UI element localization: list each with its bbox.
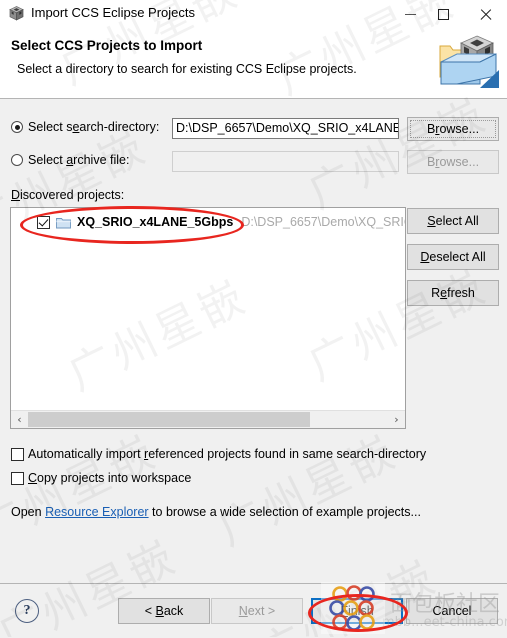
browse-directory-button[interactable]: Browse... xyxy=(407,117,499,141)
auto-import-label: Automatically import referenced projects… xyxy=(28,447,427,461)
discovered-projects-label: Discovered projects: xyxy=(11,188,125,202)
cancel-label: Cancel xyxy=(432,604,472,618)
page-subtitle: Select a directory to search for existin… xyxy=(17,62,357,76)
finish-button[interactable]: Finish xyxy=(311,598,403,624)
discovered-projects-list[interactable]: XQ_SRIO_x4LANE_5Gbps D:\DSP_6657\Demo\XQ… xyxy=(10,207,406,429)
folder-icon xyxy=(56,216,71,229)
refresh-button[interactable]: Refresh xyxy=(407,280,499,306)
minimize-button[interactable] xyxy=(395,0,425,28)
cancel-button[interactable]: Cancel xyxy=(406,598,498,624)
copy-projects-label: Copy projects into workspace xyxy=(28,471,192,485)
refresh-label: Refresh xyxy=(431,286,475,300)
open-line-pre: Open xyxy=(11,505,46,519)
resource-explorer-link[interactable]: Resource Explorer xyxy=(45,505,149,519)
radio-select-search-directory[interactable]: Select search-directory: xyxy=(11,120,159,134)
scroll-right-arrow-icon[interactable]: › xyxy=(388,411,405,428)
minimize-icon xyxy=(404,13,416,15)
window-title: Import CCS Eclipse Projects xyxy=(31,5,195,20)
select-all-button[interactable]: Select All xyxy=(407,208,499,234)
search-directory-input[interactable]: D:\DSP_6657\Demo\XQ_SRIO_x4LANE_ xyxy=(172,118,399,139)
deselect-all-button[interactable]: Deselect All xyxy=(407,244,499,270)
browse-archive-label: Browse... xyxy=(426,155,480,169)
project-checkbox[interactable] xyxy=(37,215,50,229)
open-line-post: to browse a wide selection of example pr… xyxy=(148,505,421,519)
scroll-left-arrow-icon[interactable]: ‹ xyxy=(11,411,28,428)
radio-select-archive-file[interactable]: Select archive file: xyxy=(11,153,129,167)
page-title: Select CCS Projects to Import xyxy=(11,38,203,53)
dialog-body: Select search-directory: D:\DSP_6657\Dem… xyxy=(0,99,507,583)
radio-archive-file-icon xyxy=(11,154,23,166)
scrollbar-thumb[interactable] xyxy=(28,412,310,427)
checkbox-auto-import-referenced[interactable]: Automatically import referenced projects… xyxy=(11,447,426,461)
horizontal-scrollbar[interactable]: ‹ › xyxy=(11,410,405,428)
cube-icon xyxy=(8,5,25,22)
browse-directory-label: Browse... xyxy=(426,122,480,136)
finish-label: Finish xyxy=(340,604,374,618)
next-label: Next > xyxy=(238,604,276,618)
browse-archive-button[interactable]: Browse... xyxy=(407,150,499,174)
maximize-icon xyxy=(437,8,449,20)
wizard-header: Select CCS Projects to Import Select a d… xyxy=(0,28,507,99)
dialog-footer: ? < Back Next > Finish Cancel xyxy=(0,583,507,638)
close-icon xyxy=(479,8,492,21)
radio-search-directory-label: Select search-directory: xyxy=(28,120,160,134)
next-button[interactable]: Next > xyxy=(211,598,303,624)
resource-explorer-line: Open Resource Explorer to browse a wide … xyxy=(11,505,421,519)
close-button[interactable] xyxy=(470,0,500,28)
project-path: D:\DSP_6657\Demo\XQ_SRIO xyxy=(241,215,406,229)
scrollbar-track[interactable] xyxy=(310,411,388,428)
copy-projects-checkbox-icon[interactable] xyxy=(11,471,24,485)
help-icon[interactable]: ? xyxy=(15,599,39,623)
maximize-button[interactable] xyxy=(428,0,458,28)
checkbox-copy-projects-workspace[interactable]: Copy projects into workspace xyxy=(11,471,191,485)
title-bar: Import CCS Eclipse Projects xyxy=(0,0,507,28)
radio-archive-file-label: Select archive file: xyxy=(28,153,130,167)
select-all-label: Select All xyxy=(427,214,479,228)
list-item[interactable]: XQ_SRIO_x4LANE_5Gbps D:\DSP_6657\Demo\XQ… xyxy=(11,212,405,232)
archive-file-input[interactable] xyxy=(172,151,399,172)
deselect-all-label: Deselect All xyxy=(420,250,486,264)
auto-import-checkbox-icon[interactable] xyxy=(11,447,24,461)
back-label: < Back xyxy=(144,604,184,618)
import-folder-cube-icon xyxy=(437,32,499,92)
back-button[interactable]: < Back xyxy=(118,598,210,624)
radio-search-directory-icon xyxy=(11,121,23,133)
project-name: XQ_SRIO_x4LANE_5Gbps xyxy=(77,215,234,229)
